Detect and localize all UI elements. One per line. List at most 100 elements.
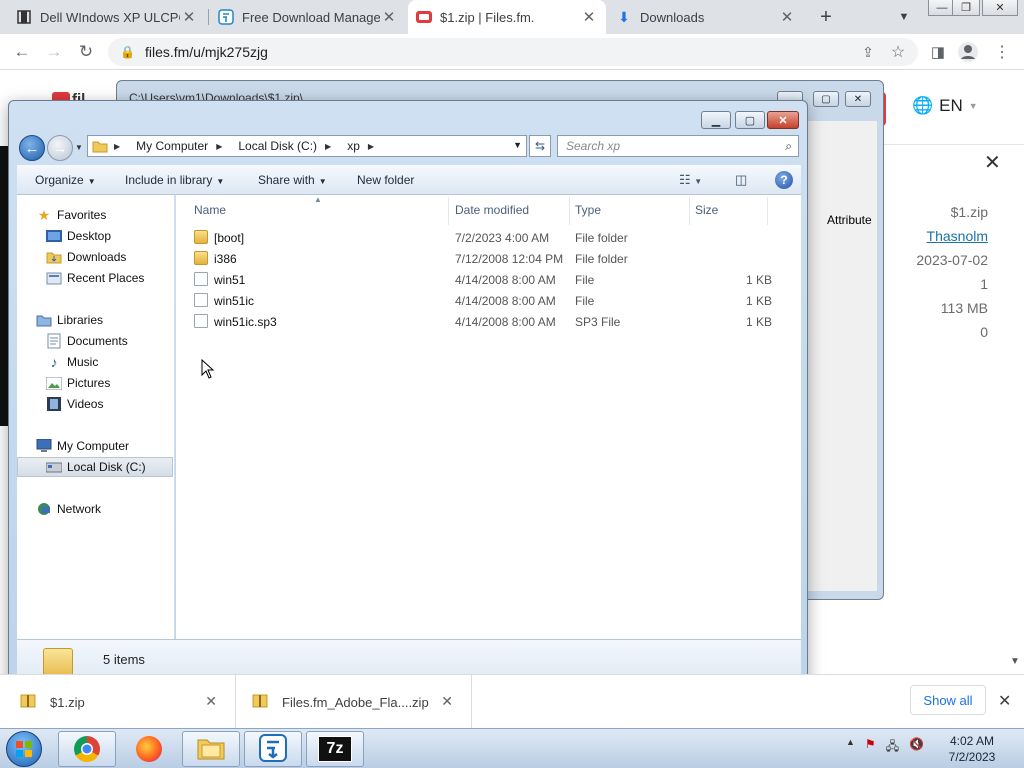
- back-arrow-icon[interactable]: ←: [10, 40, 34, 64]
- show-hidden-icons-icon[interactable]: ▲: [846, 737, 855, 758]
- organize-label: Organize: [35, 173, 84, 187]
- download-item[interactable]: Files.fm_Adobe_Fla....zip ✕: [236, 675, 472, 729]
- address-dropdown-icon[interactable]: ▼: [513, 140, 522, 150]
- show-all-button[interactable]: Show all: [910, 685, 986, 715]
- column-header-size[interactable]: Size: [695, 203, 718, 217]
- taskbar-firefox[interactable]: [120, 731, 178, 767]
- forward-button[interactable]: →: [47, 135, 73, 161]
- close-icon[interactable]: ✕: [205, 693, 217, 710]
- maximize-button[interactable]: ▢: [735, 111, 765, 129]
- taskbar-free-download-manager[interactable]: [244, 731, 302, 767]
- close-tab-icon[interactable]: ✕: [380, 8, 398, 26]
- menu-kebab-icon[interactable]: ⋮: [990, 40, 1014, 64]
- reload-icon[interactable]: ↻: [74, 40, 98, 64]
- taskbar-chrome[interactable]: [58, 731, 116, 767]
- file-row-i386[interactable]: i386 7/12/2008 12:04 PM File folder: [194, 249, 774, 270]
- minimize-button[interactable]: ▁: [701, 111, 731, 129]
- nav-music[interactable]: ♪ Music: [45, 352, 99, 372]
- column-header-date-modified[interactable]: Date modified: [455, 203, 529, 217]
- taskbar-explorer[interactable]: [182, 731, 240, 767]
- nav-local-disk[interactable]: Local Disk (C:): [17, 457, 173, 477]
- network-icon[interactable]: 🖧: [886, 737, 899, 758]
- file-row-win51ic[interactable]: win51ic 4/14/2008 8:00 AM File 1 KB: [194, 291, 774, 312]
- breadcrumb-local-disk[interactable]: Local Disk (C:): [238, 139, 317, 153]
- column-divider[interactable]: [569, 197, 570, 225]
- nav-documents[interactable]: Documents: [45, 331, 128, 351]
- side-panel-icon[interactable]: ◨: [926, 40, 950, 64]
- new-tab-icon[interactable]: +: [814, 5, 838, 29]
- help-icon[interactable]: ?: [775, 171, 793, 189]
- close-tab-icon[interactable]: ✕: [778, 8, 796, 26]
- uploader-link[interactable]: Thasnolm: [927, 228, 988, 244]
- nav-libraries[interactable]: Libraries: [35, 310, 103, 330]
- file-row-win51ic-sp3[interactable]: win51ic.sp3 4/14/2008 8:00 AM SP3 File 1…: [194, 312, 774, 333]
- tab-dell-windows-xp[interactable]: Dell WIndows XP ULCPC ✕: [8, 0, 206, 34]
- view-options-icon[interactable]: ☷ ▼: [679, 172, 702, 188]
- close-icon[interactable]: ✕: [441, 693, 453, 710]
- breadcrumb-separator[interactable]: ▶: [325, 142, 339, 151]
- bookmark-star-icon[interactable]: ☆: [886, 40, 910, 64]
- nav-favorites[interactable]: ★ Favorites: [35, 205, 107, 225]
- taskbar-clock[interactable]: 4:02 AM 7/2/2023: [932, 733, 1012, 765]
- taskbar-7zip[interactable]: 7z: [306, 731, 364, 767]
- tab-files-fm[interactable]: $1.zip | Files.fm. ✕: [408, 0, 606, 34]
- address-bar[interactable]: 🔒 files.fm/u/mjk275zjg: [108, 38, 918, 66]
- tab-search-chevron-icon[interactable]: ▼: [892, 5, 916, 29]
- column-divider[interactable]: [448, 197, 449, 225]
- start-button[interactable]: [6, 731, 42, 767]
- refresh-icon[interactable]: ⇆: [529, 135, 551, 157]
- nav-pictures[interactable]: Pictures: [45, 373, 110, 393]
- breadcrumb-separator[interactable]: ▶: [114, 142, 128, 151]
- share-icon[interactable]: ⇪: [856, 40, 880, 64]
- download-item[interactable]: $1.zip ✕: [0, 675, 236, 729]
- nav-downloads[interactable]: Downloads: [45, 247, 126, 267]
- close-tab-icon[interactable]: ✕: [580, 8, 598, 26]
- search-input[interactable]: Search xp ⌕: [557, 135, 799, 157]
- nav-my-computer[interactable]: My Computer: [35, 436, 129, 456]
- breadcrumb-xp[interactable]: xp: [347, 139, 360, 153]
- fdm-icon: [258, 733, 288, 766]
- breadcrumb-my-computer[interactable]: My Computer: [136, 139, 208, 153]
- column-header-name[interactable]: Name: [194, 203, 226, 217]
- profile-avatar-icon[interactable]: [956, 40, 980, 64]
- back-button[interactable]: ←: [19, 135, 45, 161]
- nav-desktop[interactable]: Desktop: [45, 226, 111, 246]
- close-icon[interactable]: ✕: [984, 150, 1001, 175]
- column-divider[interactable]: [767, 197, 768, 225]
- file-list-pane[interactable]: ▲ Name Date modified Type Size [boot] 7/…: [176, 195, 801, 639]
- nav-recent-places[interactable]: Recent Places: [45, 268, 144, 288]
- tab-free-download-manager[interactable]: Free Download Manager ✕: [210, 0, 406, 34]
- new-folder-button[interactable]: New folder: [357, 173, 414, 187]
- explorer-window[interactable]: ▁ ▢ ✕ ← → ▼ ▶ My Computer ▶ Local Disk (…: [8, 100, 808, 700]
- language-selector[interactable]: 🌐 EN ▼: [912, 96, 978, 116]
- column-header-type[interactable]: Type: [575, 203, 601, 217]
- maximize-button[interactable]: ▢: [813, 91, 839, 107]
- breadcrumb-separator[interactable]: ▶: [216, 142, 230, 151]
- file-row-win51[interactable]: win51 4/14/2008 8:00 AM File 1 KB: [194, 270, 774, 291]
- close-button[interactable]: ✕: [767, 111, 799, 129]
- close-window-button[interactable]: ✕: [982, 0, 1018, 16]
- organize-button[interactable]: Organize ▼: [35, 173, 96, 187]
- restore-window-button[interactable]: ❐: [952, 0, 980, 16]
- close-button[interactable]: ✕: [845, 91, 871, 107]
- forward-arrow-icon[interactable]: →: [42, 40, 66, 64]
- share-with-button[interactable]: Share with ▼: [258, 173, 327, 187]
- search-icon[interactable]: ⌕: [785, 139, 792, 154]
- address-bar[interactable]: ▶ My Computer ▶ Local Disk (C:) ▶ xp ▶ ▼: [87, 135, 527, 157]
- scroll-down-icon[interactable]: ▼: [1010, 656, 1020, 667]
- nav-videos[interactable]: Videos: [45, 394, 103, 414]
- column-divider[interactable]: [689, 197, 690, 225]
- breadcrumb-separator[interactable]: ▶: [368, 142, 382, 151]
- preview-pane-icon[interactable]: ◫: [735, 172, 747, 188]
- tab-downloads[interactable]: ⬇ Downloads ✕: [608, 0, 804, 34]
- volume-muted-icon[interactable]: 🔇: [909, 737, 924, 758]
- close-download-bar-icon[interactable]: ✕: [998, 691, 1011, 711]
- film-icon: [16, 9, 32, 25]
- history-dropdown-icon[interactable]: ▼: [75, 143, 83, 152]
- column-header-attribute[interactable]: Attribute: [827, 213, 872, 227]
- file-row-boot[interactable]: [boot] 7/2/2023 4:00 AM File folder: [194, 228, 774, 249]
- nav-network[interactable]: Network: [35, 499, 101, 519]
- action-center-flag-icon[interactable]: ⚑: [865, 737, 876, 758]
- include-in-library-button[interactable]: Include in library ▼: [125, 173, 224, 187]
- close-tab-icon[interactable]: ✕: [180, 8, 198, 26]
